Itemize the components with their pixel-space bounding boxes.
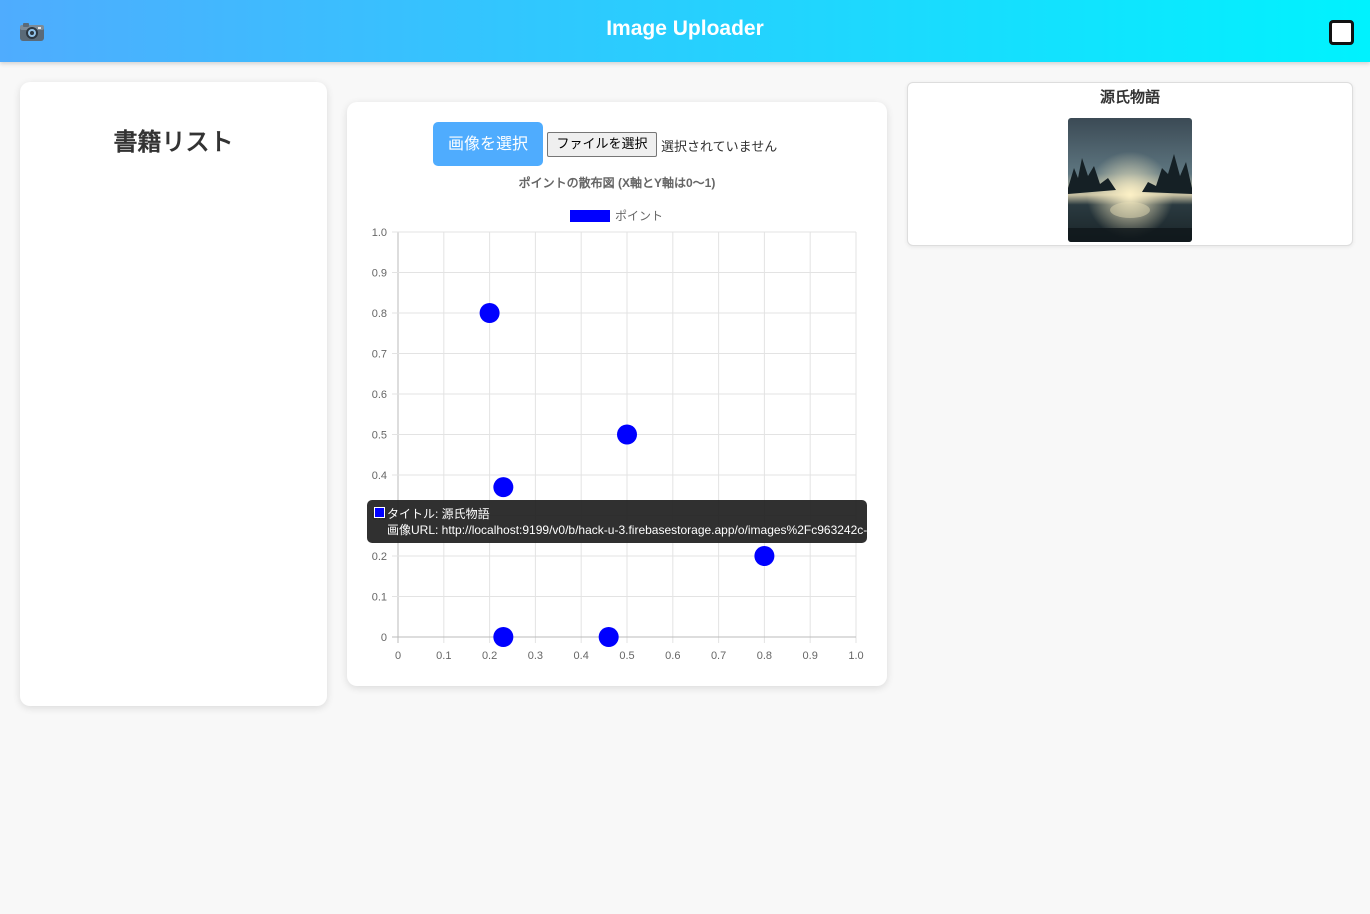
y-tick-label: 0.6: [372, 389, 387, 401]
scatter-point[interactable]: [493, 627, 514, 647]
chart-tooltip: タイトル: 源氏物語 画像URL: http://localhost:9199/…: [367, 500, 867, 543]
scatter-point[interactable]: [493, 477, 514, 498]
y-tick-label: 1.0: [372, 227, 387, 239]
y-tick-label: 0.8: [372, 308, 387, 320]
tooltip-swatch: [374, 507, 385, 518]
square-icon[interactable]: [1329, 20, 1354, 45]
y-tick-label: 0.7: [372, 349, 387, 361]
legend-swatch[interactable]: [570, 210, 610, 222]
x-tick-label: 0: [395, 650, 401, 662]
y-tick-label: 0: [381, 632, 387, 644]
scatter-point[interactable]: [754, 546, 775, 566]
app-header: Image Uploader: [0, 0, 1370, 62]
book-list-panel: 書籍リスト: [20, 82, 327, 706]
upload-panel: 画像を選択 ファイルを選択 選択されていません ポイントの散布図 (X軸とY軸は…: [347, 102, 887, 686]
x-tick-label: 0.6: [665, 650, 680, 662]
x-tick-label: 0.8: [757, 650, 772, 662]
scatter-point[interactable]: [617, 424, 637, 445]
x-tick-label: 0.5: [619, 650, 634, 662]
x-tick-label: 0.2: [482, 650, 497, 662]
image-thumbnail[interactable]: [1068, 118, 1192, 242]
x-tick-label: 0.9: [803, 650, 818, 662]
scatter-point[interactable]: [598, 627, 619, 647]
y-tick-label: 0.5: [372, 430, 387, 442]
image-card: 源氏物語: [907, 82, 1353, 246]
legend-label[interactable]: ポイント: [615, 209, 663, 223]
book-list-title: 書籍リスト: [113, 128, 234, 156]
tooltip-image-url: 画像URL: http://localhost:9199/v0/b/hack-u…: [387, 523, 867, 537]
image-title: 源氏物語: [1099, 88, 1160, 106]
x-tick-label: 0.4: [574, 650, 589, 662]
x-tick-label: 1.0: [848, 650, 863, 662]
y-tick-label: 0.1: [372, 592, 387, 604]
scatter-chart[interactable]: ポイントの散布図 (X軸とY軸は0〜1) ポイント 0 0.1 0.2 0.3 0.4 0…: [347, 102, 887, 686]
x-tick-label: 0.3: [528, 650, 543, 662]
y-tick-label: 0.9: [372, 268, 387, 280]
app-title: Image Uploader: [606, 17, 764, 40]
x-tick-label: 0.7: [711, 650, 726, 662]
scatter-point[interactable]: [479, 303, 500, 323]
y-tick-label: 0.4: [372, 470, 387, 482]
chart-title: ポイントの散布図 (X軸とY軸は0〜1): [519, 175, 716, 190]
tooltip-title: タイトル: 源氏物語: [387, 507, 490, 521]
y-tick-label: 0.2: [372, 551, 387, 563]
x-tick-label: 0.1: [436, 650, 451, 662]
